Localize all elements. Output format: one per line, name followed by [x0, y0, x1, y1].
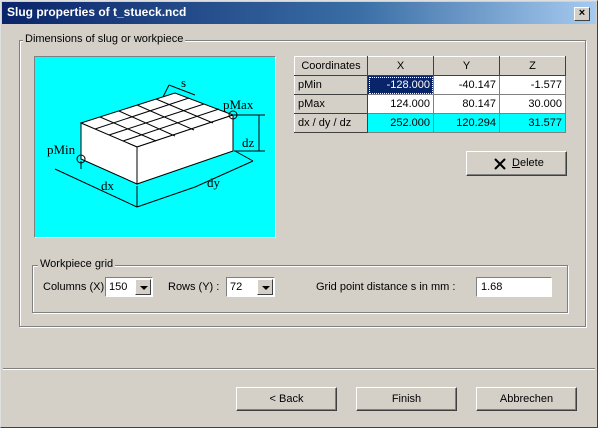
table-cell[interactable]: 124.000	[367, 94, 434, 114]
label-dx: dx	[101, 178, 115, 193]
column-header[interactable]: Z	[499, 56, 566, 76]
rows-select[interactable]: 72	[226, 277, 275, 297]
table-cell: 31.577	[499, 113, 566, 133]
label-s: s	[181, 75, 186, 90]
label-dz: dz	[242, 135, 255, 150]
chevron-down-icon[interactable]	[257, 279, 273, 295]
dimensions-group-label: Dimensions of slug or workpiece	[23, 33, 186, 45]
window-title: Slug properties of t_stueck.ncd	[7, 5, 187, 19]
delete-button[interactable]: Delete	[466, 151, 567, 176]
dialog-window: Slug properties of t_stueck.ncd × Dimens…	[0, 0, 598, 428]
slug-diagram-svg: s pMax pMin dz dx dy	[47, 75, 265, 208]
delete-button-label: Delete	[512, 157, 544, 169]
table-cell[interactable]: -40.147	[433, 75, 500, 95]
title-bar[interactable]: Slug properties of t_stueck.ncd ×	[2, 2, 596, 24]
table-cell: 120.294	[433, 113, 500, 133]
columns-select[interactable]: 150	[105, 277, 153, 297]
column-header: Coordinates	[294, 56, 368, 76]
close-button[interactable]: ×	[574, 7, 590, 21]
chevron-down-icon[interactable]	[135, 279, 151, 295]
table-cell: 252.000	[367, 113, 434, 133]
cancel-button[interactable]: Abbrechen	[476, 387, 577, 411]
row-header: dx / dy / dz	[294, 113, 368, 133]
slug-diagram: s pMax pMin dz dx dy	[34, 56, 276, 238]
table-cell[interactable]: 30.000	[499, 94, 566, 114]
label-pmin: pMin	[47, 142, 76, 157]
grid-distance-label: Grid point distance s in mm :	[316, 281, 456, 293]
row-header: pMin	[294, 75, 368, 95]
coordinates-table: Coordinates X Y Z pMin -128.000 -40.147 …	[294, 56, 566, 133]
rows-value: 72	[230, 281, 243, 293]
table-cell[interactable]: -128.000	[367, 75, 434, 95]
x-icon	[494, 158, 506, 170]
column-header[interactable]: X	[367, 56, 434, 76]
back-button[interactable]: < Back	[236, 387, 337, 411]
grid-distance-input[interactable]: 1.68	[476, 277, 552, 297]
table-cell[interactable]: 80.147	[433, 94, 500, 114]
table-row: pMax 124.000 80.147 30.000	[294, 94, 566, 114]
footer-separator	[3, 368, 595, 370]
table-row: dx / dy / dz 252.000 120.294 31.577	[294, 113, 566, 133]
close-icon: ×	[578, 7, 586, 19]
finish-button[interactable]: Finish	[356, 387, 457, 411]
table-header-row: Coordinates X Y Z	[294, 56, 566, 76]
columns-label: Columns (X) :	[43, 281, 111, 293]
table-cell[interactable]: -1.577	[499, 75, 566, 95]
columns-value: 150	[109, 281, 128, 293]
table-row: pMin -128.000 -40.147 -1.577	[294, 75, 566, 95]
row-header: pMax	[294, 94, 368, 114]
workpiece-grid-group-label: Workpiece grid	[38, 258, 116, 270]
column-header[interactable]: Y	[433, 56, 500, 76]
label-pmax: pMax	[223, 97, 254, 112]
label-dy: dy	[207, 175, 221, 190]
rows-label: Rows (Y) :	[168, 281, 220, 293]
